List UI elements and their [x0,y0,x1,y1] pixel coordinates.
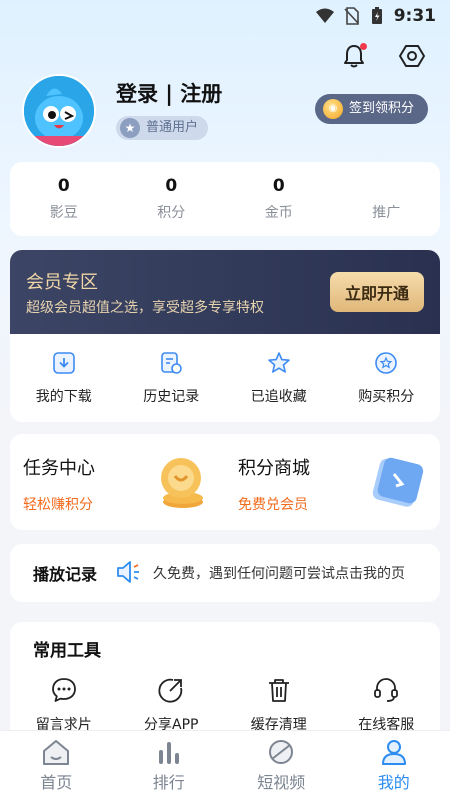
history-title: 播放记录 [33,565,98,584]
stat-gold[interactable]: 0 金币 [225,162,333,236]
tab-label: 首页 [40,773,73,792]
stat-label: 影豆 [49,205,78,221]
home-icon [43,740,70,765]
coin-stack-icon [161,458,203,508]
tool-customer-service[interactable]: 在线客服 [333,676,441,734]
promo-subtitle: 轻松赚积分 [23,497,93,513]
tab-home[interactable]: 首页 [0,731,113,800]
status-bar: 9:31 [0,0,450,32]
stat-label: 积分 [157,205,186,221]
stat-value: 0 [272,176,285,196]
vip-title: 会员专区 [26,272,98,293]
top-actions [338,40,428,72]
promo-subtitle: 免费兑会员 [238,497,308,513]
quick-item-label: 我的下载 [35,389,92,405]
hexagon-settings-icon [399,45,425,67]
checkin-label: 签到领积分 [348,101,414,116]
tab-ranking[interactable]: 排行 [113,731,226,800]
tab-label: 排行 [152,773,185,792]
quick-item-buy-points[interactable]: 购买积分 [333,334,441,422]
notification-dot [360,43,367,50]
stat-value: 0 [165,176,178,196]
promo-title: 积分商城 [238,458,310,479]
tab-short-video[interactable]: 短视频 [225,731,338,800]
quick-item-download[interactable]: 我的下载 [10,334,118,422]
stat-label: 金币 [264,205,293,221]
tool-request-film[interactable]: 留言求片 [10,676,118,734]
tool-clear-cache[interactable]: 缓存清理 [225,676,333,734]
quick-item-favorites[interactable]: 已追收藏 [225,334,333,422]
buy-points-icon [375,352,398,374]
coin-icon: ◉ [322,99,343,119]
ranking-icon [158,742,179,764]
quick-item-history[interactable]: 历史记录 [118,334,226,422]
vip-activate-button[interactable]: 立即开通 [330,272,424,312]
task-center-entry[interactable]: 任务中心 轻松赚积分 [10,434,225,530]
promo-title: 任务中心 [23,458,95,479]
share-icon [158,678,183,703]
download-icon [52,352,75,374]
login-register-link[interactable]: 登录 | 注册 [116,78,222,108]
bottom-tab-bar: 首页 排行 短视频 我的 [0,730,450,800]
status-time: 9:31 [393,6,436,26]
trash-icon [268,679,289,702]
points-mall-entry[interactable]: 积分商城 免费兑会员 [225,434,440,530]
user-level-badge: ★ 普通用户 [116,116,209,140]
stat-value: 0 [57,176,70,196]
star-icon [267,352,290,373]
wifi-icon [315,7,334,25]
checkin-button[interactable]: ◉ 签到领积分 [314,94,428,124]
star-badge-icon: ★ [120,118,140,138]
stat-yingdou[interactable]: 0 影豆 [10,162,118,236]
notification-button[interactable] [338,40,370,72]
vip-banner: 会员专区 超级会员超值之选，享受超多专享特权 立即开通 [10,250,440,334]
short-video-icon [269,740,294,764]
tab-label: 我的 [377,773,410,792]
no-sim-icon [342,7,360,25]
tab-label: 短视频 [257,773,306,792]
vip-subtitle: 超级会员超值之选，享受超多专享特权 [26,300,264,316]
stats-card: 0 影豆 0 积分 0 金币 推广 [10,162,440,236]
speaker-icon [117,561,139,583]
stat-promote[interactable]: 推广 [333,162,441,236]
avatar[interactable] [22,74,96,148]
tool-share-app[interactable]: 分享APP [118,676,226,734]
vip-card-icon [372,457,424,507]
history-icon [161,352,183,374]
battery-icon [368,7,386,25]
stat-points[interactable]: 0 积分 [118,162,226,236]
tab-profile[interactable]: 我的 [338,731,450,800]
quick-actions: 我的下载 历史记录 已追收藏 购买积分 [10,334,440,422]
play-history-bar[interactable]: 播放记录 久免费，遇到任何问题可尝试点击我的页 [10,544,440,602]
headset-icon [374,678,399,702]
stat-label: 推广 [372,205,401,221]
promo-card: 任务中心 轻松赚积分 积分商城 免费兑会员 [10,434,440,530]
quick-item-label: 购买积分 [358,389,415,405]
tools-title: 常用工具 [33,641,101,661]
profile-header: 登录 | 注册 ★ 普通用户 ◉ 签到领积分 [22,74,432,150]
mascot-avatar-icon [24,76,94,146]
message-icon [51,678,76,702]
notice-marquee: 久免费，遇到任何问题可尝试点击我的页 [153,566,405,582]
quick-item-label: 历史记录 [143,389,200,405]
profile-icon [381,740,406,765]
settings-button[interactable] [396,40,428,72]
quick-item-label: 已追收藏 [250,389,307,405]
user-level-label: 普通用户 [146,120,199,135]
tools-row: 留言求片 分享APP 缓存清理 在线客服 [10,676,440,734]
